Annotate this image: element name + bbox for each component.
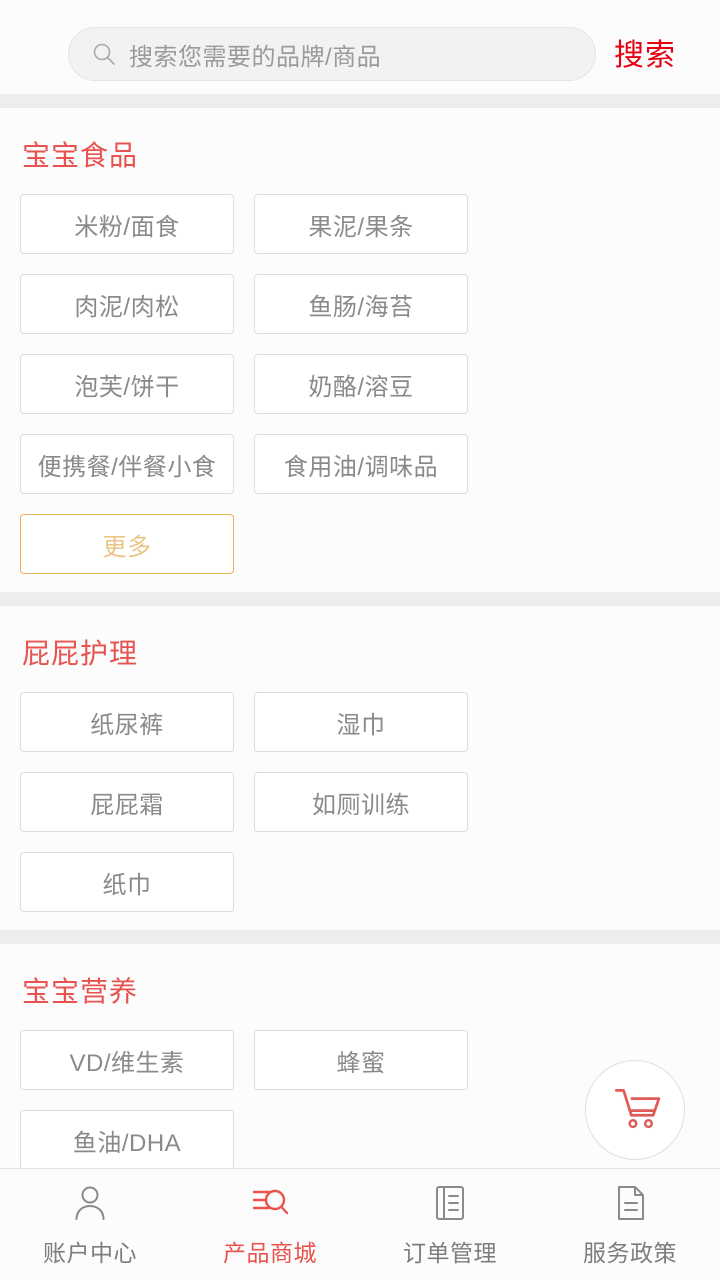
section-divider-band [0, 930, 720, 944]
search-icon [91, 41, 117, 67]
section-title: 屁屁护理 [22, 638, 139, 669]
nav-item-orders[interactable]: 订单管理 [360, 1169, 540, 1280]
category-chip-grid: 米粉/面食 果泥/果条 肉泥/肉松 鱼肠/海苔 泡芙/饼干 奶酪/溶豆 便携餐/伴餐小食 食用… [0, 178, 720, 574]
category-chip[interactable]: 米粉/面食 [20, 194, 234, 254]
category-chip[interactable]: 纸巾 [20, 852, 234, 912]
app-root: 搜索您需要的品牌/商品 搜索 宝宝食品米粉/面食 果泥/果条 肉泥/肉松 鱼肠/海苔泡… [0, 0, 720, 1280]
search-button[interactable]: 搜索 [614, 30, 676, 74]
category-chip[interactable]: 鱼肠/海苔 [254, 274, 468, 334]
nav-item-product-mall[interactable]: 产品商城 [180, 1169, 360, 1280]
category-chip[interactable]: 蜂蜜 [254, 1030, 468, 1090]
section-title: 宝宝营养 [22, 976, 139, 1007]
section-divider-band [0, 592, 720, 606]
category-section: 屁屁护理纸尿裤 湿巾 屁屁霜 如厕训练 纸巾 [0, 606, 720, 930]
category-chip[interactable]: 如厕训练 [254, 772, 468, 832]
category-chip[interactable]: 屁屁霜 [20, 772, 234, 832]
nav-label-account: 账户中心 [43, 1239, 137, 1266]
category-scroll-area[interactable]: 宝宝食品米粉/面食 果泥/果条 肉泥/肉松 鱼肠/海苔 泡芙/饼干 奶酪/溶豆 便携餐/伴餐… [0, 108, 720, 1168]
search-placeholder-text: 搜索您需要的品牌/商品 [129, 43, 382, 71]
category-chip[interactable]: 纸尿裤 [20, 692, 234, 752]
category-more-button[interactable]: 更多 [20, 514, 234, 574]
shopping-cart-icon [608, 1081, 662, 1140]
product-search-icon [249, 1182, 291, 1224]
order-list-icon [429, 1182, 471, 1224]
category-chip[interactable]: 肉泥/肉松 [20, 274, 234, 334]
category-chip[interactable]: 奶酪/溶豆 [254, 354, 468, 414]
category-chip[interactable]: 泡芙/饼干 [20, 354, 234, 414]
header-divider-band [0, 94, 720, 108]
category-chip-grid: 纸尿裤 湿巾 屁屁霜 如厕训练 纸巾 [0, 676, 720, 912]
policy-document-icon [609, 1182, 651, 1224]
category-section: 宝宝食品米粉/面食 果泥/果条 肉泥/肉松 鱼肠/海苔 泡芙/饼干 奶酪/溶豆 便携餐/伴餐… [0, 108, 720, 592]
nav-item-service-policy[interactable]: 服务政策 [540, 1169, 720, 1280]
search-header: 搜索您需要的品牌/商品 搜索 [0, 0, 720, 108]
category-chip[interactable]: 便携餐/伴餐小食 [20, 434, 234, 494]
user-icon [69, 1182, 111, 1224]
category-chip[interactable]: 果泥/果条 [254, 194, 468, 254]
category-chip[interactable]: 湿巾 [254, 692, 468, 752]
bottom-navigation-bar: 账户中心 产品商城 订单管理 服务政策 [0, 1168, 720, 1280]
section-title: 宝宝食品 [22, 140, 139, 171]
nav-label-orders: 订单管理 [403, 1239, 497, 1266]
nav-label-product-mall: 产品商城 [223, 1239, 317, 1266]
category-chip[interactable]: 鱼油/DHA [20, 1110, 234, 1168]
nav-label-service-policy: 服务政策 [583, 1239, 677, 1266]
nav-item-account[interactable]: 账户中心 [0, 1169, 180, 1280]
category-chip[interactable]: VD/维生素 [20, 1030, 234, 1090]
cart-fab-button[interactable] [585, 1060, 685, 1160]
search-input[interactable]: 搜索您需要的品牌/商品 [68, 27, 596, 81]
category-chip[interactable]: 食用油/调味品 [254, 434, 468, 494]
